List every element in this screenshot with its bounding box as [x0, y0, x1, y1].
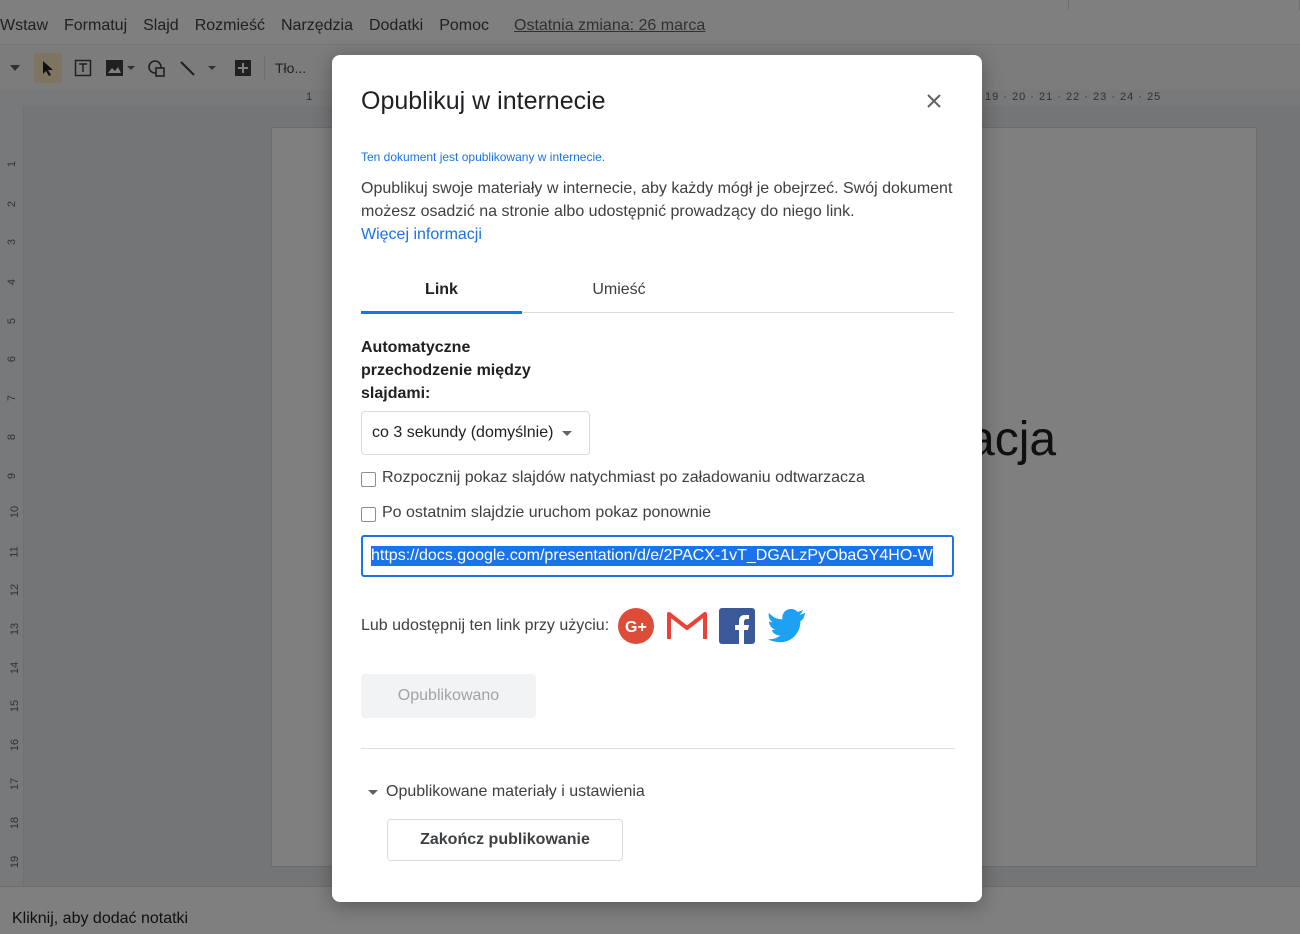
auto-advance-select[interactable]: co 3 sekundy (domyślnie) [361, 411, 590, 455]
google-plus-icon[interactable]: G+ [617, 607, 655, 645]
auto-advance-label: Automatyczne przechodzenie między slajda… [361, 339, 531, 402]
section-label: Opublikowane materiały i ustawienia [386, 783, 645, 800]
start-immediately-checkbox[interactable] [361, 472, 376, 487]
tab-embed[interactable]: Umieść [522, 281, 716, 313]
publish-url-field[interactable]: https://docs.google.com/presentation/d/e… [361, 535, 954, 577]
more-info-link[interactable]: Więcej informacji [361, 226, 482, 243]
published-button: Opublikowano [361, 674, 536, 718]
loop-option[interactable]: Po ostatnim slajdzie uruchom pokaz ponow… [361, 502, 711, 524]
published-status: Ten dokument jest opublikowany w interne… [361, 150, 606, 164]
divider [361, 748, 955, 749]
start-immediately-option[interactable]: Rozpocznij pokaz slajdów natychmiast po … [361, 467, 865, 489]
close-button[interactable] [920, 87, 948, 115]
loop-label: Po ostatnim slajdzie uruchom pokaz ponow… [382, 504, 712, 521]
stop-publishing-button[interactable]: Zakończ publikowanie [387, 819, 623, 861]
share-label: Lub udostępnij ten link przy użyciu: [361, 617, 610, 634]
publish-url-text: https://docs.google.com/presentation/d/e… [371, 546, 933, 566]
svg-text:G+: G+ [625, 619, 647, 636]
twitter-icon[interactable] [767, 609, 807, 643]
share-row: Lub udostępnij ten link przy użyciu: G+ [361, 607, 807, 645]
active-tab-indicator [361, 311, 522, 314]
start-immediately-label: Rozpocznij pokaz slajdów natychmiast po … [382, 469, 865, 486]
chevron-down-icon [368, 789, 378, 795]
gmail-icon[interactable] [667, 611, 708, 641]
dialog-title: Opublikuj w internecie [361, 87, 606, 115]
published-settings-toggle[interactable]: Opublikowane materiały i ustawienia [368, 783, 645, 801]
publish-dialog: Opublikuj w internecie Ten dokument jest… [332, 55, 982, 902]
dialog-description: Opublikuj swoje materiały w internecie, … [361, 177, 961, 246]
auto-advance-value: co 3 sekundy (domyślnie) [372, 424, 554, 441]
tab-link[interactable]: Link [361, 281, 522, 313]
description-text: Opublikuj swoje materiały w internecie, … [361, 180, 953, 220]
facebook-icon[interactable] [719, 608, 756, 644]
loop-checkbox[interactable] [361, 507, 376, 522]
close-icon [927, 94, 941, 108]
publish-tabs: Link Umieść [361, 281, 954, 314]
dropdown-arrow-icon [562, 430, 573, 436]
